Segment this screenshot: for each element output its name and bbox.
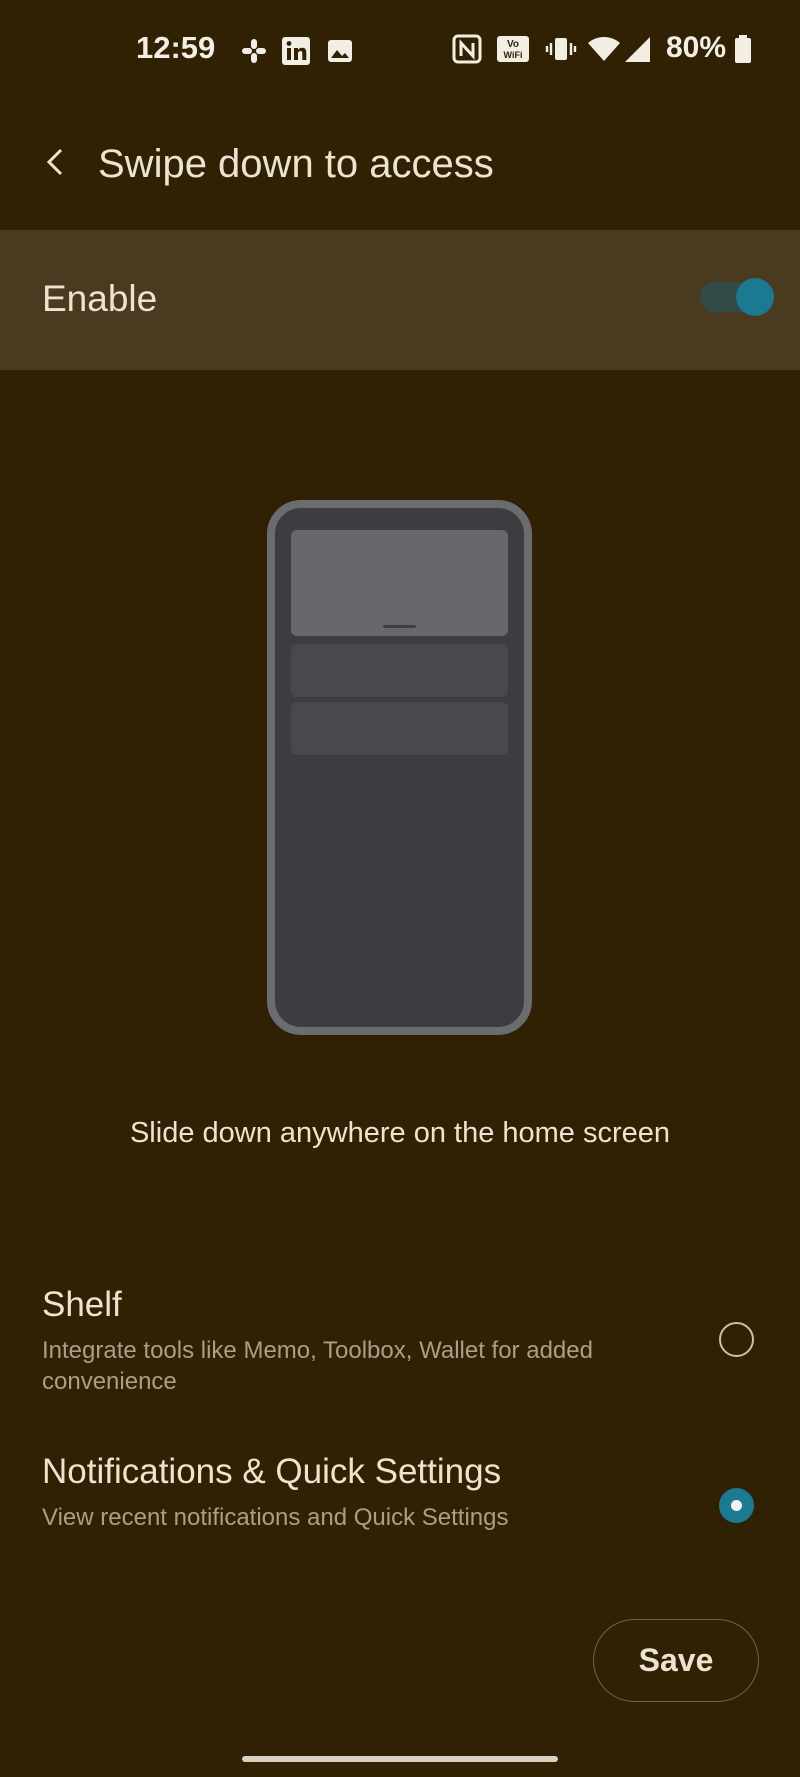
gallery-icon [326, 37, 354, 65]
enable-label: Enable [42, 278, 158, 319]
illustration-card [291, 644, 508, 697]
status-bar: 12:59 Vo WiFi 80% [0, 0, 800, 100]
radio-shelf[interactable] [719, 1322, 754, 1357]
radio-dot [731, 1500, 742, 1511]
battery-percent: 80% [666, 31, 727, 64]
nfc-icon [452, 33, 482, 70]
option-subtitle: Integrate tools like Memo, Toolbox, Wall… [42, 1337, 593, 1395]
radio-notifications-quick-settings[interactable] [719, 1488, 754, 1523]
illustration-card [291, 702, 508, 755]
toggle-thumb [736, 278, 774, 316]
illustration-shade-panel [291, 530, 508, 636]
page-title: Swipe down to access [98, 142, 494, 186]
battery-icon [733, 33, 753, 70]
vowifi-icon: Vo WiFi [496, 33, 530, 70]
slack-icon [240, 37, 268, 65]
phone-illustration [267, 500, 532, 1035]
vibrate-icon [545, 33, 577, 70]
enable-toggle[interactable] [700, 278, 774, 316]
option-notifications-quick-settings[interactable]: Notifications & Quick Settings View rece… [0, 1452, 800, 1547]
enable-row[interactable]: Enable [0, 230, 800, 370]
illustration-handle [383, 625, 416, 628]
header: Swipe down to access [0, 120, 800, 210]
save-button[interactable]: Save [593, 1619, 759, 1702]
illustration-caption: Slide down anywhere on the home screen [129, 1117, 671, 1149]
option-title: Shelf [42, 1285, 122, 1324]
option-shelf[interactable]: Shelf Integrate tools like Memo, Toolbox… [0, 1285, 800, 1405]
option-title: Notifications & Quick Settings [42, 1452, 502, 1491]
svg-text:Vo: Vo [507, 39, 519, 50]
wifi-icon [587, 33, 621, 70]
signal-icon [622, 33, 652, 70]
linkedin-icon [282, 37, 310, 65]
status-time: 12:59 [136, 30, 216, 65]
back-button[interactable] [32, 140, 80, 188]
svg-text:WiFi: WiFi [504, 50, 523, 60]
option-subtitle: View recent notifications and Quick Sett… [42, 1504, 509, 1531]
gesture-nav-handle[interactable] [242, 1756, 558, 1762]
chevron-left-icon [43, 147, 69, 182]
